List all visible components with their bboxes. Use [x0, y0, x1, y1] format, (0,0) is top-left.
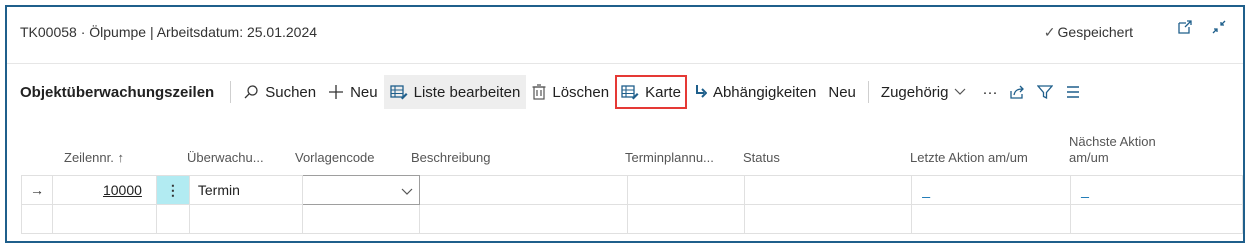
empty-cell	[155, 204, 190, 234]
edit-list-button[interactable]: Liste bearbeiten	[383, 75, 527, 109]
search-button[interactable]: Suchen	[237, 75, 322, 109]
empty-cell	[418, 204, 628, 234]
edit-list-icon	[389, 84, 408, 100]
empty-cell	[21, 204, 53, 234]
checkmark-icon: ✓	[1043, 24, 1056, 40]
toolbar-separator	[230, 81, 232, 103]
cell-scheduling[interactable]	[626, 175, 746, 205]
cell-monitoring[interactable]: Termin	[188, 175, 303, 205]
table-row-empty[interactable]	[21, 204, 1243, 234]
cell-line-no[interactable]: 10000	[51, 175, 157, 205]
cell-next-action[interactable]: _	[1070, 175, 1243, 205]
page-frame: TK00058 · Ölpumpe | Arbeitsdatum: 25.01.…	[5, 5, 1245, 243]
search-icon	[243, 84, 259, 100]
empty-cell	[1070, 204, 1243, 234]
new-action-label: Neu	[828, 83, 856, 101]
row-indicator: →	[21, 175, 53, 205]
toolbar-separator	[867, 81, 869, 103]
delete-label: Löschen	[552, 83, 610, 101]
new-label: Neu	[350, 83, 378, 101]
cell-description[interactable]	[418, 175, 628, 205]
column-header-line-no[interactable]: Zeilennr. ↑	[64, 150, 124, 166]
edit-list-label: Liste bearbeiten	[413, 83, 521, 101]
template-code-select[interactable]	[301, 175, 420, 205]
title-bar: TK00058 · Ölpumpe | Arbeitsdatum: 25.01.…	[7, 7, 1243, 57]
row-menu-button[interactable]: ⋮	[155, 175, 190, 205]
divider	[7, 63, 1243, 64]
collapse-icon[interactable]	[1211, 19, 1227, 35]
filter-button[interactable]	[1031, 75, 1059, 109]
delete-button[interactable]: Löschen	[526, 75, 615, 109]
more-options-button[interactable]: ···	[976, 75, 1003, 109]
column-header-status[interactable]: Status	[743, 150, 780, 166]
card-label: Karte	[645, 83, 681, 101]
saved-status: ✓ Gespeichert	[1044, 24, 1133, 41]
open-new-window-icon[interactable]	[1177, 19, 1193, 35]
empty-cell	[744, 204, 913, 234]
column-header-next-action-line2: am/um	[1069, 150, 1109, 165]
empty-cell	[51, 204, 157, 234]
column-header-template-code[interactable]: Vorlagencode	[295, 150, 375, 166]
column-header-monitoring[interactable]: Überwachu...	[187, 150, 264, 166]
related-menu[interactable]: Zugehörig	[875, 75, 973, 109]
card-icon	[621, 84, 639, 100]
share-button[interactable]	[1003, 75, 1031, 109]
dependencies-button[interactable]: Abhängigkeiten	[687, 75, 822, 109]
column-header-next-action-line1: Nächste Aktion	[1069, 134, 1156, 149]
column-header-scheduling[interactable]: Terminplannu...	[625, 150, 714, 166]
trash-icon	[532, 84, 546, 100]
list-view-button[interactable]	[1059, 75, 1087, 109]
line-no-link[interactable]: 10000	[103, 182, 142, 198]
empty-cell	[301, 204, 420, 234]
related-label: Zugehörig	[880, 83, 949, 101]
page-part-title[interactable]: Objektüberwachungszeilen	[7, 75, 224, 109]
card-button[interactable]: Karte	[615, 75, 687, 109]
data-grid: → 10000 ⋮ Termin _ _	[21, 175, 1243, 234]
dependencies-icon	[693, 84, 707, 100]
empty-cell	[626, 204, 746, 234]
column-header-next-action[interactable]: Nächste Aktion am/um	[1069, 134, 1156, 166]
filter-icon	[1037, 84, 1054, 100]
column-header-last-action[interactable]: Letzte Aktion am/um	[910, 150, 1028, 166]
plus-icon	[328, 84, 344, 100]
chevron-down-icon	[954, 88, 966, 96]
new-action-button[interactable]: Neu	[822, 75, 862, 109]
new-button[interactable]: Neu	[322, 75, 384, 109]
empty-cell	[188, 204, 303, 234]
cell-status[interactable]	[744, 175, 913, 205]
dependencies-label: Abhängigkeiten	[712, 83, 817, 101]
search-label: Suchen	[265, 83, 317, 101]
column-header-description[interactable]: Beschreibung	[411, 150, 491, 166]
share-icon	[1009, 84, 1025, 100]
table-row[interactable]: → 10000 ⋮ Termin _ _	[21, 175, 1243, 205]
page-title: TK00058 · Ölpumpe | Arbeitsdatum: 25.01.…	[20, 24, 318, 40]
saved-label: Gespeichert	[1057, 24, 1133, 40]
empty-cell	[911, 204, 1072, 234]
list-view-icon	[1065, 84, 1081, 100]
action-bar: Objektüberwachungszeilen Suchen Neu List…	[7, 75, 1243, 109]
chevron-down-icon	[401, 183, 413, 199]
window-icons	[1177, 19, 1227, 35]
cell-last-action[interactable]: _	[911, 175, 1072, 205]
